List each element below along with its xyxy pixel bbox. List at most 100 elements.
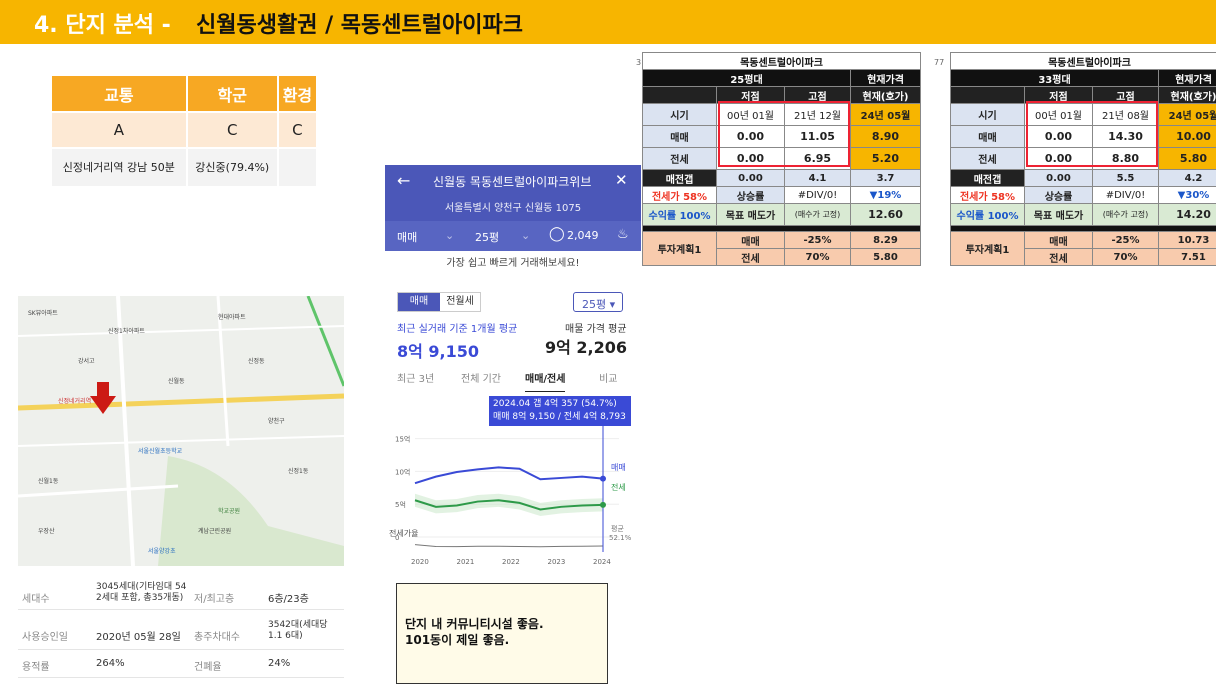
map-label: 학교공원 — [218, 508, 241, 515]
sheet1-plan-jeonse-pct: 70% — [784, 248, 851, 266]
chevron-down-icon: ⌄ — [521, 229, 531, 242]
sheet2-target-value: 14.20 — [1158, 203, 1216, 226]
sheet2-rise-high: #DIV/0! — [1092, 186, 1159, 204]
banner-title: 신월동생활권 / 목동센트럴아이파크 — [196, 13, 523, 38]
detail-transport: 신정네거리역 강남 50분 — [52, 147, 188, 186]
ask-value: 9억 2,206 — [545, 338, 628, 357]
map-label: 서울양강초 — [148, 548, 176, 555]
range-tab-compare[interactable]: 비교 — [599, 370, 617, 385]
map-label: 현대아파트 — [218, 314, 246, 321]
range-tab-3y[interactable]: 최근 3년 — [397, 370, 434, 385]
sheet1-gap-high: 4.1 — [784, 169, 851, 187]
jeonse-series-label: 전세 — [611, 483, 626, 492]
range-tab-sale-jeonse[interactable]: 매매/전세 — [525, 370, 566, 393]
apt-filter-bar: 매매 ⌄ 25평 ⌄ ◯ 2,049 ♨ — [385, 221, 641, 251]
x-tick-label: 2023 — [548, 558, 566, 566]
memo-line1: 단지 내 커뮤니티시설 좋음. — [405, 617, 544, 631]
sheet1-ratio-label: 전세가 58% — [642, 186, 717, 204]
sheet2-plan-jeonse-value: 7.51 — [1158, 248, 1216, 266]
size-select[interactable]: 25평 — [475, 229, 499, 245]
info-key: 건폐율 — [194, 662, 222, 673]
sheet1-jeonse-current: 5.20 — [850, 147, 921, 170]
sheet1-rise-label: 상승률 — [716, 186, 785, 204]
sheet2-row-number: 77 — [934, 58, 945, 67]
sheet1-plan-jeonse-value: 5.80 — [850, 248, 921, 266]
map-label: 강서고 — [78, 358, 95, 365]
map-label: 서울신월초등학교 — [138, 448, 183, 455]
sheet2-target-label: 목표 매도가 — [1024, 203, 1093, 226]
map-label: 신월1동 — [38, 478, 59, 485]
sheet1-plan-sale-value: 8.29 — [850, 231, 921, 249]
location-map[interactable]: SK뷰아파트 신정1차아파트 현대아파트 신정네거리역 신월동 서울신월초등학교… — [18, 296, 344, 566]
banner-prefix: 4. 단지 분석 - — [34, 13, 171, 38]
bell-icon[interactable]: ♨ — [617, 227, 629, 242]
sheet2-size: 33평대 — [950, 69, 1159, 87]
sheet2-plan-label: 투자계획1 — [950, 231, 1025, 266]
price-chart-panel: 매매 전월세 25평 ▾ 최근 실거래 기준 1개월 평균 8억 9,150 매… — [385, 284, 641, 578]
comment-icon[interactable]: ◯ — [549, 226, 565, 242]
info-value: 6층/23층 — [268, 594, 309, 605]
range-tab-all[interactable]: 전체 기간 — [461, 370, 501, 385]
info-key: 용적률 — [22, 662, 50, 673]
sheet1-sale-label: 매매 — [642, 125, 717, 148]
sheet2-target-note: (매수가 고정) — [1092, 203, 1159, 226]
sheet2-gap-low: 0.00 — [1024, 169, 1093, 187]
sheet2-rise-label: 상승률 — [1024, 186, 1093, 204]
header-environment: 환경 — [277, 76, 319, 112]
map-label: 신정네거리역 — [58, 398, 92, 405]
info-key: 세대수 — [22, 594, 50, 605]
sheet1-row-number: 3 — [636, 58, 642, 67]
sheet1-target-note: (매수가 고정) — [784, 203, 851, 226]
jeonse-point — [600, 501, 606, 508]
x-tick-label: 2021 — [457, 558, 475, 566]
sheet1-size: 25평대 — [642, 69, 851, 87]
sheet2-plan-sale-pct: -25% — [1092, 231, 1159, 249]
detail-environment — [277, 147, 319, 186]
sheet2-jeonse-label: 전세 — [950, 147, 1025, 170]
back-arrow-icon[interactable]: ← — [397, 171, 410, 190]
map-label: 신정1차아파트 — [108, 328, 145, 335]
location-arrow-icon — [90, 382, 116, 414]
x-tick-label: 2020 — [411, 558, 429, 566]
info-value: 24% — [268, 658, 291, 669]
comment-count: 2,049 — [567, 229, 599, 242]
ratio-label: 전세가율 — [389, 529, 419, 538]
sheet2-col-current: 현재(호가) — [1158, 86, 1216, 104]
memo-line2: 101동이 제일 좋음. — [405, 633, 510, 647]
sheet1-gap-current: 3.7 — [850, 169, 921, 187]
sheet1-plan-label: 투자계획1 — [642, 231, 717, 266]
toggle-rent[interactable]: 전월세 — [440, 293, 480, 311]
chevron-down-icon: ⌄ — [445, 229, 455, 242]
sheet2-gap-current: 4.2 — [1158, 169, 1216, 187]
map-label: 계남근린공원 — [198, 528, 232, 535]
map-label: 우장산 — [38, 528, 55, 535]
detail-school: 강신중(79.4%) — [186, 147, 279, 186]
map-label: 양천구 — [268, 418, 285, 425]
sheet2-period-label: 시기 — [950, 103, 1025, 126]
title-banner: 4. 단지 분석 - 신월동생활권 / 목동센트럴아이파크 — [0, 0, 1216, 44]
ratio-end-value: 52.1% — [609, 534, 632, 542]
size-dropdown[interactable]: 25평 ▾ — [573, 292, 623, 312]
sheet2-highlight-box — [1026, 101, 1158, 167]
grade-table: 교통 학군 환경 A C C 신정네거리역 강남 50분 강신중(79.4%) — [52, 76, 319, 186]
map-label: SK뷰아파트 — [28, 310, 58, 317]
sheet1-gap-label: 매전갭 — [642, 169, 717, 187]
sheet1-plan-sale-label: 매매 — [716, 231, 785, 249]
sheet2-gap-high: 5.5 — [1092, 169, 1159, 187]
sheet1-rise-current: ▼19% — [850, 186, 921, 204]
sheet1-period-label: 시기 — [642, 103, 717, 126]
map-label: 신정동 — [248, 358, 265, 365]
deal-type-select[interactable]: 매매 — [397, 229, 417, 245]
y-tick-label: 15억 — [395, 436, 410, 444]
close-icon[interactable]: ✕ — [615, 171, 628, 189]
sheet2-plan-jeonse-label: 전세 — [1024, 248, 1093, 266]
sheet1-jeonse-label: 전세 — [642, 147, 717, 170]
info-key: 총주차대수 — [194, 632, 240, 643]
sheet2-sale-label: 매매 — [950, 125, 1025, 148]
toggle-sale[interactable]: 매매 — [398, 293, 440, 311]
sheet2-title: 목동센트럴아이파크 — [950, 52, 1216, 70]
y-tick-label: 5억 — [395, 501, 406, 509]
sale-series-label: 매매 — [611, 463, 626, 472]
sheet1-target-value: 12.60 — [850, 203, 921, 226]
map-label: 신월동 — [168, 378, 185, 385]
